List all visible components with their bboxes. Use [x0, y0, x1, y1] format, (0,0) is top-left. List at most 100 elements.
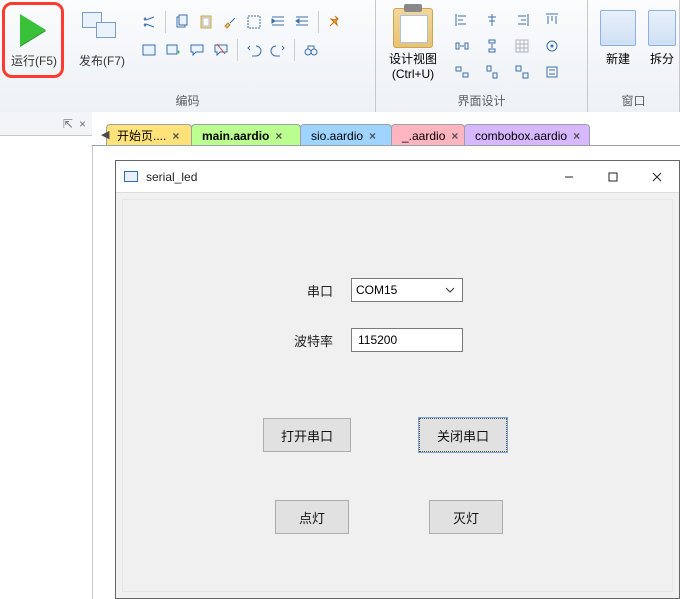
led-off-button[interactable]: 灭灯: [429, 500, 503, 534]
uncomment-button[interactable]: [210, 39, 232, 61]
split-window-button[interactable]: 拆分: [642, 6, 680, 84]
close-icon: [651, 171, 663, 183]
box-button[interactable]: [138, 39, 160, 61]
add-box-button[interactable]: [162, 39, 184, 61]
minimize-icon: [563, 171, 575, 183]
design-view-button[interactable]: 设计视图 (Ctrl+U): [382, 6, 444, 84]
led-on-button[interactable]: 点灯: [275, 500, 349, 534]
tab-label: sio.aardio: [311, 129, 363, 143]
format-brush-button[interactable]: [219, 11, 241, 33]
encode-group-label: 编码: [0, 92, 375, 109]
form-designer-canvas: serial_led 串口 COM15: [115, 160, 680, 599]
align-center-button[interactable]: [478, 8, 506, 32]
indent-icon: [270, 14, 286, 30]
paste-icon: [198, 14, 214, 30]
align-left-button[interactable]: [448, 8, 476, 32]
find-button[interactable]: [300, 39, 322, 61]
same-width-button[interactable]: [448, 60, 476, 84]
copy-button[interactable]: [171, 11, 193, 33]
rect-plus-icon: [165, 42, 181, 58]
design-toolbar: [448, 8, 580, 84]
snap-button[interactable]: [538, 34, 566, 58]
dist-h-button[interactable]: [448, 34, 476, 58]
port-label: 串口: [273, 281, 333, 300]
tab-close-icon[interactable]: ×: [573, 129, 580, 143]
sidebar-pin-icon[interactable]: ⇱: [63, 117, 73, 131]
tab-order-button[interactable]: [538, 60, 566, 84]
tab-startpage[interactable]: ◀开始页....×: [106, 124, 192, 146]
window-group-label: 窗口: [588, 92, 679, 109]
align-top-button[interactable]: [538, 8, 566, 32]
app-icon: [124, 171, 138, 182]
select-icon-button[interactable]: [243, 11, 265, 33]
redo-button[interactable]: [267, 39, 289, 61]
close-port-button[interactable]: 关闭串口: [419, 418, 507, 452]
sidebar-header: ⇱ ×: [0, 112, 92, 136]
ribbon-group-window: 新建 拆分 窗口: [588, 0, 680, 112]
grid-button[interactable]: [508, 34, 536, 58]
port-value: COM15: [356, 283, 397, 297]
indent-button[interactable]: [267, 11, 289, 33]
serial-led-window: serial_led 串口 COM15: [116, 161, 679, 598]
run-button[interactable]: 运行(F5): [4, 6, 64, 84]
undo-icon: [246, 42, 262, 58]
align-center-icon: [484, 12, 500, 28]
ribbon-group-encode: 运行(F5) 发布(F7): [0, 0, 376, 112]
clipboard-icon: [393, 8, 433, 48]
tab-main-aardio[interactable]: main.aardio×: [191, 124, 301, 146]
tab-close-icon[interactable]: ×: [451, 129, 458, 143]
outdent-button[interactable]: [291, 11, 313, 33]
copy-icon: [174, 14, 190, 30]
baud-input[interactable]: [351, 328, 463, 352]
tab-close-icon[interactable]: ×: [172, 129, 179, 143]
window-client-area: 串口 COM15 波特率 打开串口 关闭串口 点灯 灭灯: [122, 199, 673, 592]
window-titlebar[interactable]: serial_led: [116, 161, 679, 193]
snap-icon: [544, 38, 560, 54]
tab-underscore-aardio[interactable]: _.aardio×: [391, 124, 465, 146]
minimize-button[interactable]: [547, 161, 591, 193]
split-icon: [648, 10, 676, 46]
tab-close-icon[interactable]: ×: [369, 129, 376, 143]
chevron-down-icon: [442, 283, 458, 297]
redo-icon: [270, 42, 286, 58]
new-window-button[interactable]: 新建: [592, 6, 644, 84]
rect-icon: [141, 42, 157, 58]
dist-v-button[interactable]: [478, 34, 506, 58]
undo-button[interactable]: [243, 39, 265, 61]
comment-button[interactable]: [186, 39, 208, 61]
maximize-button[interactable]: [591, 161, 635, 193]
tab-label: combobox.aardio: [475, 129, 567, 143]
baud-row: 波特率: [273, 328, 463, 352]
same-width-icon: [454, 64, 470, 80]
publish-button[interactable]: 发布(F7): [72, 6, 132, 84]
close-button[interactable]: [635, 161, 679, 193]
open-port-button[interactable]: 打开串口: [263, 418, 351, 452]
workspace: serial_led 串口 COM15: [92, 146, 680, 599]
sidebar-close-icon[interactable]: ×: [79, 117, 86, 131]
design-view-label2: (Ctrl+U): [382, 67, 444, 81]
tab-combobox-aardio[interactable]: combobox.aardio ×: [464, 124, 590, 146]
same-height-button[interactable]: [478, 60, 506, 84]
design-view-label1: 设计视图: [382, 50, 444, 67]
port-combobox[interactable]: COM15: [351, 278, 463, 302]
split-window-label: 拆分: [642, 50, 680, 67]
comment-icon: [189, 42, 205, 58]
maximize-icon: [607, 171, 619, 183]
tab-prev-icon[interactable]: ◀: [101, 128, 109, 141]
tab-sio-aardio[interactable]: sio.aardio ×: [300, 124, 392, 146]
tab-close-icon[interactable]: ×: [275, 129, 282, 143]
document-tabbar: ◀开始页....× main.aardio× sio.aardio × _.aar…: [106, 120, 589, 146]
paste-button[interactable]: [195, 11, 217, 33]
window-title: serial_led: [146, 170, 197, 184]
dist-h-icon: [454, 38, 470, 54]
binoculars-icon: [303, 42, 319, 58]
encode-toolbar: [138, 8, 368, 64]
same-size-button[interactable]: [508, 60, 536, 84]
cut-button[interactable]: [138, 11, 160, 33]
pin-icon: [327, 14, 343, 30]
pin-button[interactable]: [324, 11, 346, 33]
port-row: 串口 COM15: [273, 278, 463, 302]
align-right-button[interactable]: [508, 8, 536, 32]
dist-v-icon: [484, 38, 500, 54]
align-left-icon: [454, 12, 470, 28]
